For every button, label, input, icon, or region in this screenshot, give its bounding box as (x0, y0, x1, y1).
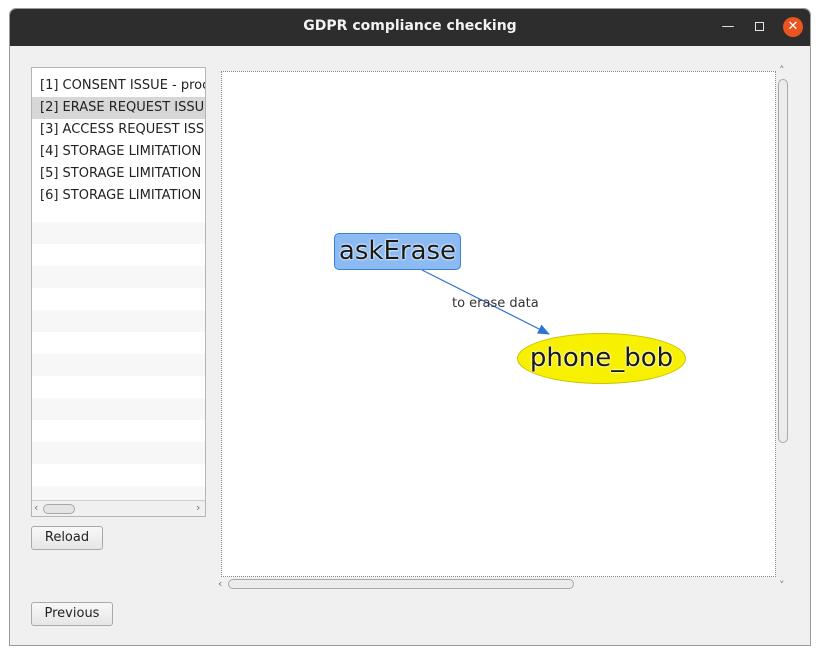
minimize-icon: — (721, 19, 735, 34)
edge-label: to erase data (452, 296, 539, 311)
list-stripe (32, 442, 205, 464)
scroll-left-icon[interactable]: ‹ (218, 577, 222, 591)
scroll-left-icon[interactable]: ‹ (34, 501, 38, 515)
issue-item-3[interactable]: [3] ACCESS REQUEST ISS (32, 119, 205, 141)
list-stripe (32, 222, 205, 244)
issue-item-1[interactable]: [1] CONSENT ISSUE - proc (32, 75, 205, 97)
issue-item-2[interactable]: [2] ERASE REQUEST ISSU (32, 97, 205, 119)
title-bar[interactable]: GDPR compliance checking — ✕ (10, 9, 810, 46)
node-askerase[interactable]: askErase (334, 233, 461, 270)
minimize-button[interactable]: — (719, 18, 737, 36)
previous-button[interactable]: Previous (31, 602, 113, 626)
maximize-icon (754, 22, 764, 31)
close-icon: ✕ (787, 19, 799, 34)
graph-edges (421, 269, 550, 335)
reload-button[interactable]: Reload (31, 526, 103, 550)
maximize-button[interactable] (750, 18, 768, 36)
graph-panel: to erase data askErase phone_bob ˄ ˅ ‹ (216, 64, 791, 592)
scroll-down-icon[interactable]: ˅ (779, 579, 785, 593)
graph-hscroll-thumb[interactable] (228, 579, 574, 589)
graph-vscroll-thumb[interactable] (778, 79, 788, 443)
issue-item-6[interactable]: [6] STORAGE LIMITATION (32, 185, 205, 207)
list-stripe (32, 398, 205, 420)
list-stripe (32, 266, 205, 288)
list-stripe (32, 310, 205, 332)
list-scroll-thumb[interactable] (43, 504, 75, 514)
list-stripe (32, 354, 205, 376)
node-phone-bob[interactable]: phone_bob (517, 333, 686, 384)
graph-canvas[interactable]: to erase data askErase phone_bob (221, 71, 776, 577)
graph-vertical-scrollbar[interactable]: ˄ ˅ (776, 64, 791, 592)
issue-list[interactable]: [1] CONSENT ISSUE - proc [2] ERASE REQUE… (31, 67, 206, 517)
scroll-up-icon[interactable]: ˄ (779, 64, 785, 78)
list-horizontal-scrollbar[interactable]: ‹ › (32, 500, 205, 516)
issue-item-5[interactable]: [5] STORAGE LIMITATION (32, 163, 205, 185)
app-window: GDPR compliance checking — ✕ [1] CONSENT… (9, 8, 811, 646)
graph-horizontal-scrollbar[interactable]: ‹ (216, 577, 776, 591)
window-title: GDPR compliance checking (303, 18, 517, 34)
close-button[interactable]: ✕ (783, 17, 803, 37)
issue-item-4[interactable]: [4] STORAGE LIMITATION (32, 141, 205, 163)
scroll-right-icon[interactable]: › (196, 501, 200, 515)
